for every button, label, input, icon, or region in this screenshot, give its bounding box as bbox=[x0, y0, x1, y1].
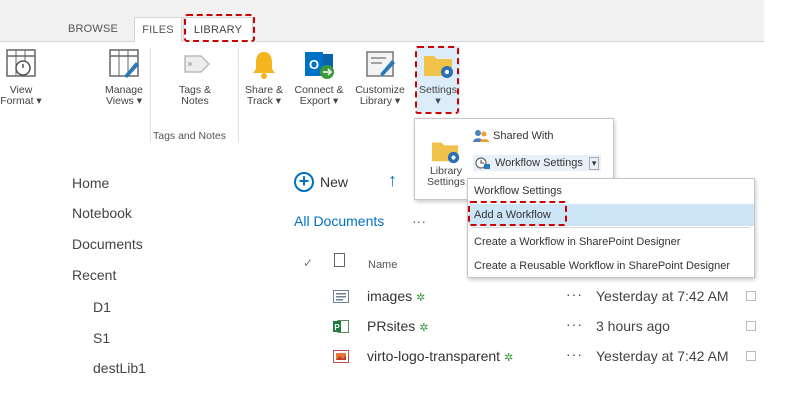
row-name[interactable]: PRsites ✲ bbox=[367, 318, 428, 334]
new-badge-icon: ✲ bbox=[416, 292, 426, 304]
workflow-submenu: Workflow Settings Add a Workflow Create … bbox=[467, 178, 755, 278]
customize-library-button[interactable]: Customize Library ▾ bbox=[351, 46, 409, 107]
manage-views-label: Manage Views ▾ bbox=[105, 84, 143, 107]
tags-notes-icon bbox=[184, 55, 211, 73]
workflow-icon bbox=[475, 157, 490, 169]
ribbon-divider bbox=[238, 48, 239, 143]
row-name[interactable]: virto-logo-transparent ✲ bbox=[367, 348, 513, 364]
table-row[interactable]: P PRsites ✲ ··· 3 hours ago bbox=[0, 316, 800, 344]
share-track-button[interactable]: Share & Track ▾ bbox=[241, 46, 287, 107]
ribbon-tab-bar: BROWSE FILES LIBRARY bbox=[0, 0, 764, 42]
table-row[interactable]: images ✲ ··· Yesterday at 7:42 AM bbox=[0, 286, 800, 314]
nav-item-recent[interactable]: Recent bbox=[72, 267, 116, 283]
ribbon-library: View Format ▾ Manage Views ▾ Tags & Note… bbox=[0, 42, 764, 152]
connect-export-label: Connect & Export ▾ bbox=[294, 84, 344, 107]
tab-browse[interactable]: BROWSE bbox=[56, 17, 130, 42]
plus-icon: + bbox=[294, 172, 314, 192]
tags-notes-label: Tags & Notes bbox=[178, 84, 212, 107]
people-icon bbox=[473, 130, 489, 142]
image-library-icon bbox=[333, 290, 349, 303]
submenu-divider bbox=[472, 227, 750, 228]
bell-icon bbox=[253, 52, 275, 79]
customize-library-label: Customize Library ▾ bbox=[355, 84, 405, 107]
row-checkbox[interactable] bbox=[746, 291, 756, 301]
manage-views-button[interactable]: Manage Views ▾ bbox=[100, 46, 148, 107]
folder-gear-icon bbox=[431, 142, 460, 164]
submenu-create-workflow-spd[interactable]: Create a Workflow in SharePoint Designer bbox=[474, 236, 680, 248]
row-name-text: images bbox=[367, 288, 413, 304]
document-type-icon bbox=[334, 253, 345, 267]
image-file-icon bbox=[333, 350, 349, 363]
library-settings-button[interactable]: Library Settings bbox=[423, 135, 469, 188]
row-name-text: virto-logo-transparent bbox=[367, 348, 501, 364]
table-row[interactable]: virto-logo-transparent ✲ ··· Yesterday at… bbox=[0, 346, 800, 374]
submenu-workflow-settings[interactable]: Workflow Settings bbox=[474, 185, 562, 197]
folder-gear-icon bbox=[424, 56, 453, 78]
workflow-settings-label: Workflow Settings bbox=[495, 157, 583, 169]
view-format-icon bbox=[6, 49, 36, 77]
submenu-add-a-workflow[interactable]: Add a Workflow bbox=[469, 204, 754, 226]
tab-files[interactable]: FILES bbox=[134, 17, 182, 42]
nav-item-documents[interactable]: Documents bbox=[72, 236, 143, 252]
row-name[interactable]: images ✲ bbox=[367, 288, 425, 304]
row-modified: Yesterday at 7:42 AM bbox=[596, 348, 729, 364]
shared-with-label: Shared With bbox=[493, 130, 554, 142]
row-menu-ellipsis[interactable]: ··· bbox=[566, 286, 583, 302]
view-more-ellipsis[interactable]: ··· bbox=[412, 213, 426, 229]
row-modified: Yesterday at 7:42 AM bbox=[596, 288, 729, 304]
submenu-create-reusable-workflow-spd[interactable]: Create a Reusable Workflow in SharePoint… bbox=[474, 260, 730, 272]
share-track-label: Share & Track ▾ bbox=[245, 84, 283, 107]
row-modified: 3 hours ago bbox=[596, 318, 670, 334]
library-settings-label: Library Settings bbox=[427, 165, 465, 188]
tab-library[interactable]: LIBRARY bbox=[183, 17, 253, 42]
customize-library-icon bbox=[366, 51, 395, 77]
view-format-button[interactable]: View Format ▾ bbox=[0, 46, 44, 107]
row-checkbox[interactable] bbox=[746, 351, 756, 361]
new-badge-icon: ✲ bbox=[504, 352, 514, 364]
manage-views-icon bbox=[109, 49, 139, 78]
nav-item-home[interactable]: Home bbox=[72, 175, 109, 191]
tags-notes-button[interactable]: Tags & Notes bbox=[166, 46, 224, 107]
row-menu-ellipsis[interactable]: ··· bbox=[566, 316, 583, 332]
column-header-name[interactable]: Name bbox=[368, 259, 397, 271]
view-all-documents[interactable]: All Documents bbox=[294, 213, 384, 229]
ribbon-divider bbox=[150, 48, 151, 143]
svg-text:P: P bbox=[334, 323, 340, 332]
settings-button[interactable]: Settings ▾ bbox=[416, 46, 460, 112]
new-label: New bbox=[320, 174, 349, 190]
upload-icon[interactable]: ↑ bbox=[388, 170, 397, 191]
connect-export-button[interactable]: O Connect & Export ▾ bbox=[290, 46, 348, 107]
nav-item-notebook[interactable]: Notebook bbox=[72, 205, 132, 221]
row-menu-ellipsis[interactable]: ··· bbox=[566, 346, 583, 362]
chevron-down-icon[interactable]: ▾ bbox=[588, 156, 600, 170]
workflow-settings-item[interactable]: Workflow Settings ▾ bbox=[473, 155, 602, 171]
svg-text:O: O bbox=[309, 57, 319, 72]
view-format-label: View Format ▾ bbox=[0, 84, 42, 107]
shared-with-item[interactable]: Shared With bbox=[473, 129, 554, 143]
outlook-icon: O bbox=[305, 52, 334, 79]
row-name-text: PRsites bbox=[367, 318, 416, 334]
publisher-icon: P bbox=[333, 320, 349, 333]
new-badge-icon: ✲ bbox=[419, 322, 429, 334]
settings-caret: ▾ bbox=[435, 95, 441, 107]
select-all-checkmark[interactable]: ✓ bbox=[303, 256, 313, 270]
row-checkbox[interactable] bbox=[746, 321, 756, 331]
tags-and-notes-group-label: Tags and Notes bbox=[153, 130, 226, 142]
new-document-button[interactable]: + New bbox=[294, 172, 348, 192]
